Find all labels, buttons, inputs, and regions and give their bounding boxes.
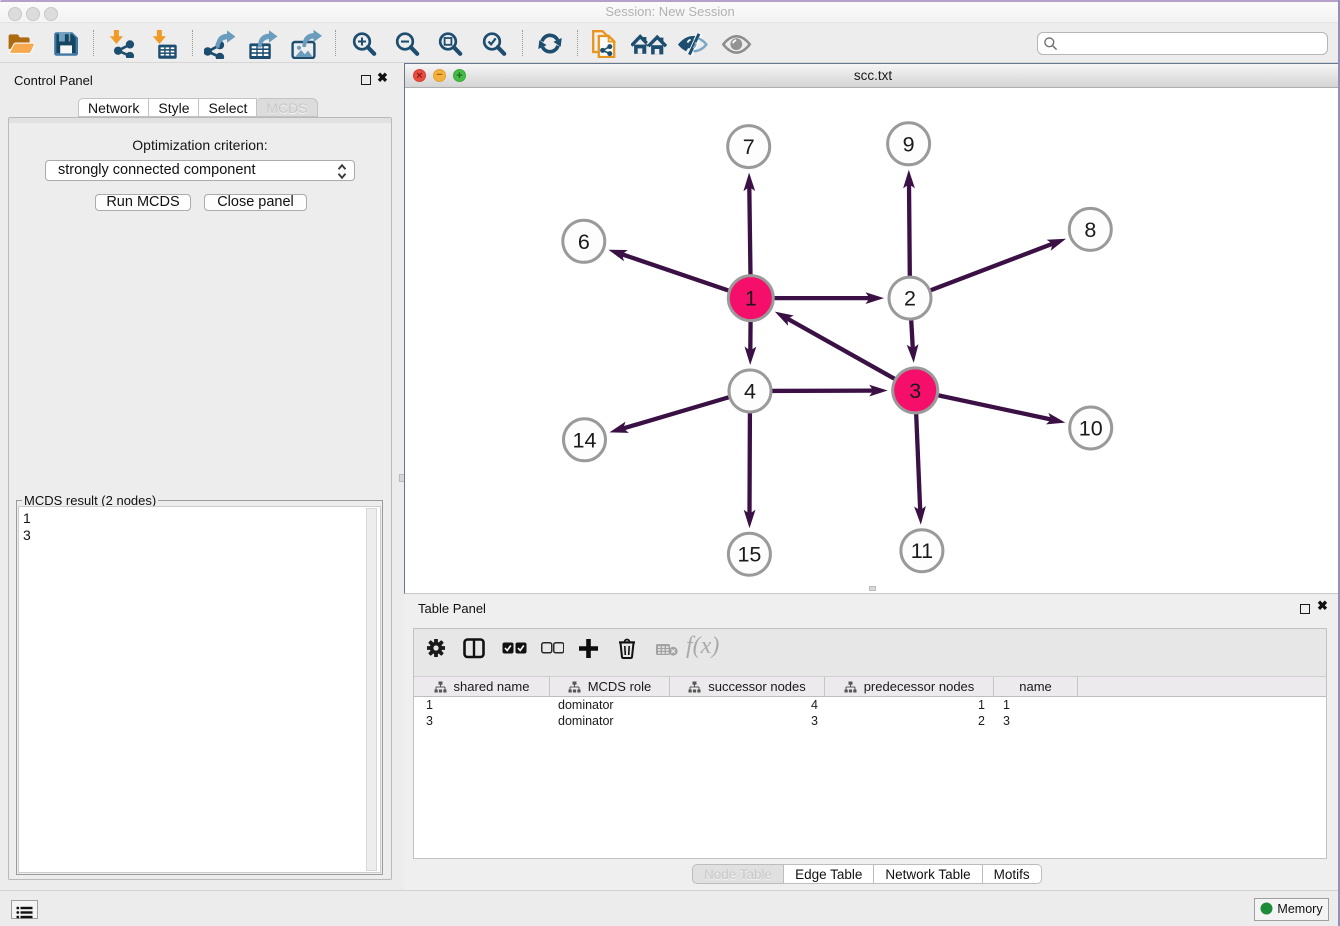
svg-text:15: 15 <box>737 543 761 567</box>
svg-text:7: 7 <box>743 135 755 159</box>
svg-text:8: 8 <box>1084 218 1096 242</box>
svg-text:4: 4 <box>744 380 756 404</box>
svg-text:6: 6 <box>578 230 590 254</box>
svg-text:2: 2 <box>904 287 916 311</box>
svg-text:1: 1 <box>745 287 757 311</box>
svg-text:14: 14 <box>573 428 597 452</box>
svg-text:3: 3 <box>909 379 921 403</box>
svg-text:9: 9 <box>903 132 915 156</box>
svg-text:10: 10 <box>1079 417 1103 441</box>
svg-text:11: 11 <box>911 539 933 563</box>
